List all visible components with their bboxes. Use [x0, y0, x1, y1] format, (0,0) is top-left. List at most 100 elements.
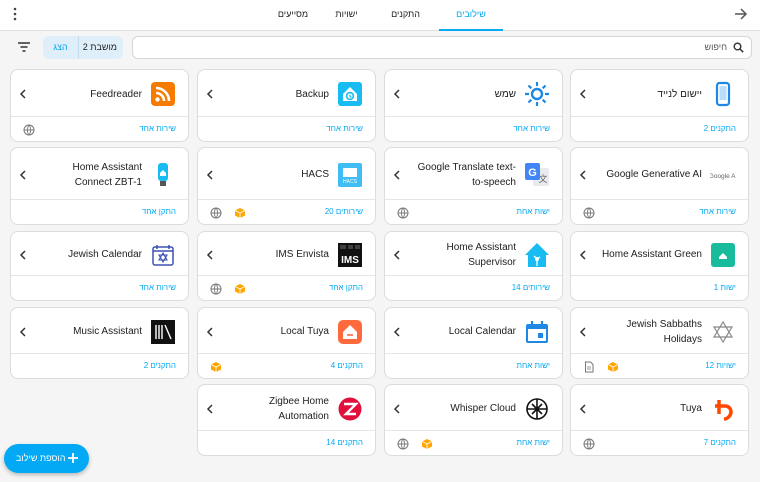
chevron-left-icon[interactable]	[579, 250, 587, 260]
integration-card-header[interactable]: שמש	[385, 70, 562, 118]
integration-count-link[interactable]: 12 ישויות	[705, 354, 736, 378]
integration-card[interactable]: Tuya 7 התקנים	[570, 384, 749, 456]
chevron-left-icon[interactable]	[19, 89, 27, 99]
integration-count-link[interactable]: 20 שירותים	[325, 200, 363, 224]
document-icon	[583, 360, 595, 373]
integration-count-link[interactable]: 2 התקנים	[704, 117, 736, 141]
integration-count-link[interactable]: 14 התקנים	[326, 431, 363, 455]
integration-count-link[interactable]: 7 התקנים	[704, 431, 736, 455]
chevron-left-icon[interactable]	[393, 404, 401, 414]
integration-card[interactable]: שמש שירות אחד	[384, 69, 563, 142]
integration-count-link[interactable]: ישות אחת	[516, 431, 550, 455]
chevron-left-icon[interactable]	[579, 327, 587, 337]
mobile-app-icon	[710, 81, 736, 107]
show-disabled-button[interactable]: הצג	[43, 36, 79, 59]
filter-icon[interactable]	[17, 40, 31, 54]
globe-icon	[397, 437, 409, 450]
integration-count-link[interactable]: שירות אחד	[513, 117, 550, 141]
custom-package-icon	[421, 437, 433, 449]
integration-card[interactable]: Home Assistant Green 1 ישות	[570, 231, 749, 301]
integration-card[interactable]: 文 G Google Translate text-to-speech ישות אח…	[384, 147, 563, 225]
google-ai-icon: Google AI	[710, 162, 736, 188]
integration-card-header[interactable]: Home Assistant Connect ZBT-1	[11, 148, 188, 201]
integration-count-link[interactable]: 4 התקנים	[331, 354, 363, 378]
integration-card-header[interactable]: Tuya	[571, 385, 748, 432]
integration-card[interactable]: Zigbee Home Automation 14 התקנים	[197, 384, 376, 456]
integration-card[interactable]: יישום לנייד 2 התקנים	[570, 69, 749, 142]
integration-card-header[interactable]: Jewish Sabbaths Holidays	[571, 308, 748, 355]
chevron-left-icon[interactable]	[393, 327, 401, 337]
integration-card-footer: 1 ישות	[571, 275, 748, 300]
chevron-left-icon[interactable]	[206, 170, 214, 180]
chevron-left-icon[interactable]	[206, 327, 214, 337]
tab-helpers[interactable]: מסייעים	[262, 0, 324, 31]
chevron-left-icon[interactable]	[206, 250, 214, 260]
integration-card[interactable]: IMS IMS Envista התקן אחד	[197, 231, 376, 301]
integration-card[interactable]: Local Tuya 4 התקנים	[197, 307, 376, 379]
integration-card-header[interactable]: Music Assistant	[11, 308, 188, 355]
integration-card[interactable]: Jewish Sabbaths Holidays 12 ישויות	[570, 307, 749, 379]
integration-count-link[interactable]: שירות אחד	[139, 117, 176, 141]
chevron-left-icon[interactable]	[579, 89, 587, 99]
integration-card-header[interactable]: Local Tuya	[198, 308, 375, 355]
integration-card[interactable]: HACS HACS 20 שירותים	[197, 147, 376, 225]
integration-card[interactable]: Local Calendar ישות אחת	[384, 307, 563, 379]
arrow-forward-icon[interactable]	[734, 7, 748, 21]
integration-card-header[interactable]: Jewish Calendar	[11, 232, 188, 277]
integration-card-header[interactable]: Google AI Google Generative AI	[571, 148, 748, 201]
integration-card-footer: 14 התקנים	[198, 430, 375, 455]
integration-card-header[interactable]: יישום לנייד	[571, 70, 748, 118]
tab-devices[interactable]: התקנים	[378, 0, 433, 31]
integration-count-link[interactable]: 14 שירותים	[512, 276, 550, 300]
integration-card[interactable]: Google AI Google Generative AI שירות אחד	[570, 147, 749, 225]
globe-icon	[210, 206, 222, 219]
integration-card-header[interactable]: Local Calendar	[385, 308, 562, 355]
chevron-left-icon[interactable]	[206, 404, 214, 414]
chevron-left-icon[interactable]	[579, 170, 587, 180]
integration-card[interactable]: Home Assistant Connect ZBT-1 התקן אחד	[10, 147, 189, 225]
tab-entities[interactable]: ישויות	[324, 0, 369, 31]
integration-card-header[interactable]: 文 G Google Translate text-to-speech	[385, 148, 562, 201]
integration-card[interactable]: Music Assistant 2 התקנים	[10, 307, 189, 379]
integration-card-header[interactable]: Whisper Cloud	[385, 385, 562, 432]
integration-card-header[interactable]: Home Assistant Supervisor	[385, 232, 562, 277]
chevron-left-icon[interactable]	[19, 327, 27, 337]
integration-count-link[interactable]: שירות אחד	[326, 117, 363, 141]
integration-card[interactable]: Jewish Calendar שירות אחד	[10, 231, 189, 301]
chevron-left-icon[interactable]	[393, 250, 401, 260]
integration-count-link[interactable]: ישות אחת	[516, 354, 550, 378]
integration-card[interactable]: Home Assistant Supervisor 14 שירותים	[384, 231, 563, 301]
chevron-left-icon[interactable]	[19, 250, 27, 260]
integration-count-link[interactable]: ישות אחת	[516, 200, 550, 224]
tab-integrations[interactable]: שילובים	[439, 0, 503, 31]
integration-count-link[interactable]: 2 התקנים	[144, 354, 176, 378]
add-integration-button[interactable]: הוספת שילוב	[4, 444, 89, 473]
integration-card-header[interactable]: Feedreader	[11, 70, 188, 118]
integration-card[interactable]: Backup שירות אחד	[197, 69, 376, 142]
integration-card[interactable]: Feedreader שירות אחד	[10, 69, 189, 142]
disabled-filter-chip[interactable]: הצג 2 מושבת	[43, 36, 123, 59]
more-options-icon[interactable]	[11, 7, 19, 21]
integration-card-header[interactable]: Home Assistant Green	[571, 232, 748, 277]
globe-icon	[397, 206, 409, 219]
chevron-left-icon[interactable]	[579, 404, 587, 414]
search-input[interactable]: חיפוש	[132, 36, 752, 59]
integration-count-link[interactable]: שירות אחד	[699, 200, 736, 224]
integration-card-header[interactable]: Backup	[198, 70, 375, 118]
integration-card-header[interactable]: HACS HACS	[198, 148, 375, 201]
chevron-left-icon[interactable]	[393, 170, 401, 180]
integration-card[interactable]: Whisper Cloud ישות אחת	[384, 384, 563, 456]
globe-icon	[23, 123, 35, 136]
integration-count-link[interactable]: שירות אחד	[139, 276, 176, 300]
rss-icon	[150, 81, 176, 107]
integration-count-link[interactable]: התקן אחד	[142, 200, 176, 224]
integration-title: Local Calendar	[448, 326, 516, 337]
integration-card-header[interactable]: Zigbee Home Automation	[198, 385, 375, 432]
chevron-left-icon[interactable]	[206, 89, 214, 99]
chevron-left-icon[interactable]	[19, 170, 27, 180]
chevron-left-icon[interactable]	[393, 89, 401, 99]
integration-card-footer: 4 התקנים	[198, 353, 375, 378]
integration-card-header[interactable]: IMS IMS Envista	[198, 232, 375, 277]
integration-count-link[interactable]: 1 ישות	[714, 276, 736, 300]
integration-count-link[interactable]: התקן אחד	[329, 276, 363, 300]
